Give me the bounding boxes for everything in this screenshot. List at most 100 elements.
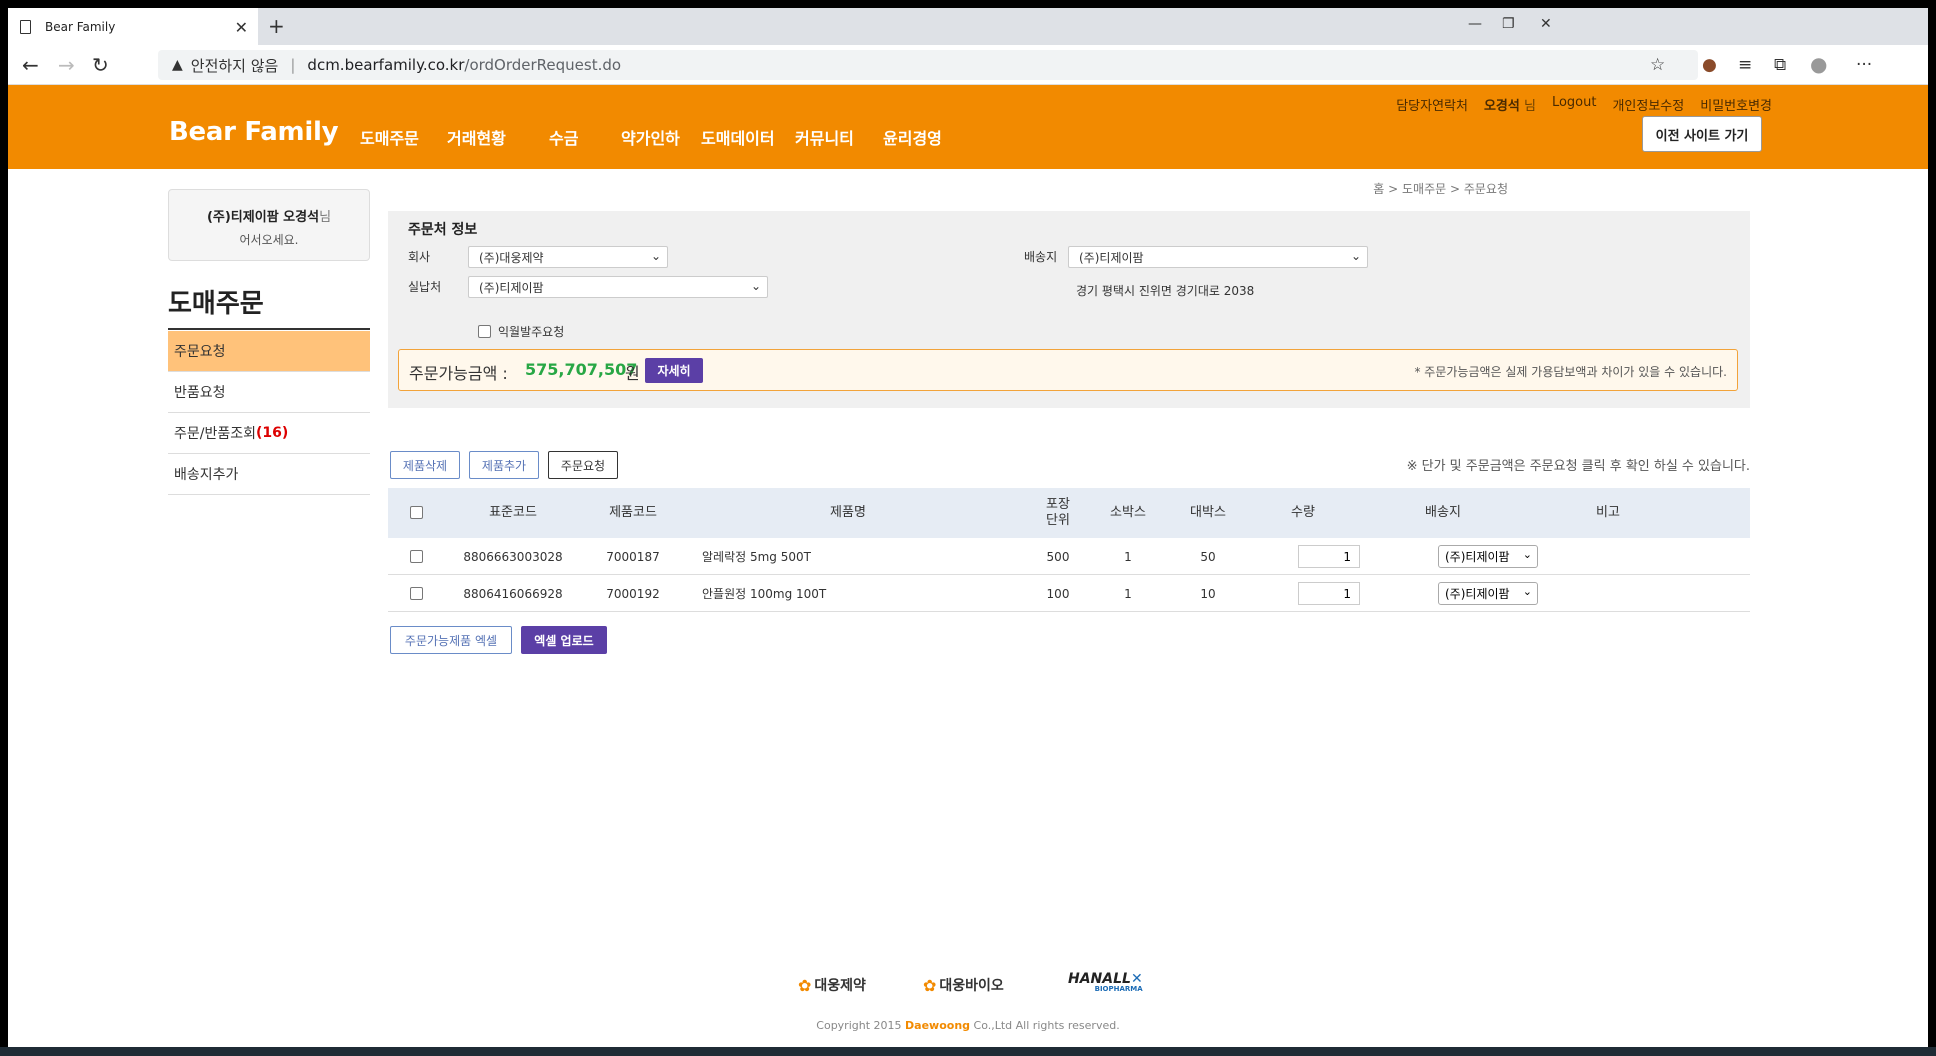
restore-icon[interactable]: ❐ bbox=[1502, 16, 1515, 32]
cell-prod-code: 7000187 bbox=[606, 549, 660, 564]
url-host: dcm.bearfamily.co.kr bbox=[307, 56, 465, 74]
payer-select-value: (주)티제이팜 bbox=[479, 280, 544, 295]
amount-label: 주문가능금액 : bbox=[409, 364, 508, 383]
chevron-down-icon: ⌄ bbox=[1522, 585, 1532, 598]
change-password-link[interactable]: 비밀번호변경 bbox=[1700, 95, 1772, 114]
sidebar-item-order-lookup[interactable]: 주문/반품조회 (16) bbox=[168, 413, 370, 454]
row-checkbox[interactable] bbox=[410, 587, 423, 600]
product-table-header: 표준코드 제품코드 제품명 포장 단위 소박스 대박스 수량 배송지 비고 bbox=[388, 488, 1750, 538]
contact-link[interactable]: 담당자연락처 bbox=[1396, 95, 1468, 114]
nav-wholesale-order[interactable]: 도매주문 bbox=[360, 125, 447, 149]
next-month-label: 익월발주요청 bbox=[498, 325, 565, 339]
row-checkbox[interactable] bbox=[410, 550, 423, 563]
excel-upload-button[interactable]: 엑셀 업로드 bbox=[521, 626, 607, 654]
security-warning: 안전하지 않음 bbox=[190, 56, 279, 75]
copyright: Copyright 2015 Daewoong Co.,Ltd All righ… bbox=[8, 1019, 1928, 1032]
tab-title: Bear Family bbox=[45, 19, 116, 34]
more-icon[interactable]: ··· bbox=[1856, 55, 1872, 75]
window-close-icon[interactable]: ✕ bbox=[1540, 16, 1552, 32]
cell-small-box: 1 bbox=[1124, 586, 1132, 601]
forward-icon[interactable]: → bbox=[58, 53, 75, 77]
amount-unit: 원 bbox=[625, 364, 640, 383]
sidebar-item-count: (16) bbox=[256, 425, 289, 441]
sidebar-item-order-request[interactable]: 주문요청 bbox=[168, 331, 370, 372]
next-month-checkbox[interactable] bbox=[478, 325, 491, 338]
main-nav: 도매주문 거래현황 수금 약가인하 도매데이터 커뮤니티 윤리경영 bbox=[360, 125, 942, 149]
add-product-button[interactable]: 제품추가 bbox=[469, 451, 539, 479]
table-row: 8806663003028 7000187 알레락정 5mg 500T 500 … bbox=[388, 538, 1750, 575]
cell-pack-unit: 500 bbox=[1046, 549, 1070, 564]
delivery-select-value: (주)티제이팜 bbox=[1079, 250, 1144, 265]
row-delivery-select[interactable]: (주)티제이팜 ⌄ bbox=[1438, 582, 1538, 605]
chevron-down-icon: ⌄ bbox=[650, 249, 661, 263]
daewoong-pharm-logo: ✿ 대웅제약 bbox=[798, 975, 866, 995]
amount-note: * 주문가능금액은 실제 가용담보액과 차이가 있을 수 있습니다. bbox=[1414, 365, 1727, 379]
user-greeting: 오경석 님 bbox=[1484, 95, 1536, 114]
th-std-code: 표준코드 bbox=[489, 505, 537, 520]
warning-icon: ▲ bbox=[172, 57, 183, 73]
back-icon[interactable]: ← bbox=[22, 53, 39, 77]
profile-avatar-icon[interactable]: ● bbox=[1810, 52, 1827, 76]
browser-tab[interactable]: Bear Family ✕ bbox=[8, 8, 258, 45]
order-request-button[interactable]: 주문요청 bbox=[548, 451, 618, 479]
nav-wholesale-data[interactable]: 도매데이터 bbox=[701, 125, 795, 149]
os-taskbar bbox=[0, 1047, 1936, 1056]
copyright-brand: Daewoong bbox=[905, 1019, 971, 1032]
quantity-input[interactable]: 1 bbox=[1298, 545, 1360, 568]
sidebar-item-label: 반품요청 bbox=[174, 385, 226, 401]
minimize-icon[interactable]: — bbox=[1468, 16, 1482, 32]
cell-small-box: 1 bbox=[1124, 549, 1132, 564]
tab-close-icon[interactable]: ✕ bbox=[235, 18, 248, 37]
extension-icon[interactable]: ● bbox=[1702, 55, 1717, 75]
nav-collection[interactable]: 수금 bbox=[549, 125, 621, 149]
daewoong-mark-icon: ✿ bbox=[923, 975, 937, 995]
th-pack-unit: 포장 단위 bbox=[1046, 497, 1070, 528]
row-delivery-value: (주)티제이팜 bbox=[1445, 587, 1510, 601]
delivery-select[interactable]: (주)티제이팜 ⌄ bbox=[1068, 246, 1368, 268]
reload-icon[interactable]: ↻ bbox=[92, 53, 109, 77]
nav-ethics[interactable]: 윤리경영 bbox=[883, 125, 942, 149]
url-field[interactable]: ▲ 안전하지 않음 | dcm.bearfamily.co.kr /ordOrd… bbox=[158, 50, 1698, 80]
th-qty: 수량 bbox=[1291, 505, 1315, 520]
row-delivery-select[interactable]: (주)티제이팜 ⌄ bbox=[1438, 545, 1538, 568]
nav-transactions[interactable]: 거래현황 bbox=[447, 125, 549, 149]
cell-pack-unit: 100 bbox=[1046, 586, 1070, 601]
welcome-company: (주)티제이팜 오경석 bbox=[206, 210, 320, 225]
detail-button[interactable]: 자세히 bbox=[645, 358, 703, 383]
cell-std-code: 8806416066928 bbox=[463, 586, 563, 601]
favorite-star-icon[interactable]: ☆ bbox=[1650, 55, 1665, 75]
company-select[interactable]: (주)대웅제약 ⌄ bbox=[468, 246, 668, 268]
edit-info-link[interactable]: 개인정보수정 bbox=[1612, 95, 1684, 114]
select-all-checkbox[interactable] bbox=[410, 506, 423, 519]
collections-icon[interactable]: ⧉ bbox=[1774, 55, 1786, 75]
nav-price-reduction[interactable]: 약가인하 bbox=[621, 125, 701, 149]
daewoong-mark-icon: ✿ bbox=[798, 975, 812, 995]
cell-prod-name: 안플원정 100mg 100T bbox=[702, 587, 827, 601]
daewoong-bio-logo: ✿ 대웅바이오 bbox=[923, 975, 1004, 995]
sidebar-item-return-request[interactable]: 반품요청 bbox=[168, 372, 370, 413]
th-prod-code: 제품코드 bbox=[609, 505, 657, 520]
nav-community[interactable]: 커뮤니티 bbox=[795, 125, 883, 149]
site-logo[interactable]: Bear Family bbox=[169, 117, 339, 147]
tab-bar: Bear Family ✕ + — ❐ ✕ bbox=[8, 8, 1928, 45]
amount-value: 575,707,507 bbox=[525, 360, 638, 379]
footer-logo2: 대웅바이오 bbox=[939, 978, 1004, 994]
top-links: 담당자연락처 오경석 님 Logout 개인정보수정 비밀번호변경 bbox=[1396, 95, 1772, 114]
favorites-icon[interactable]: ≡ bbox=[1738, 55, 1752, 75]
quantity-input[interactable]: 1 bbox=[1298, 582, 1360, 605]
new-tab-icon[interactable]: + bbox=[268, 14, 285, 38]
welcome-greeting: 어서오세요. bbox=[239, 233, 299, 247]
browser-window: Bear Family ✕ + — ❐ ✕ ← → ↻ ▲ 안전하지 않음 | … bbox=[0, 0, 1936, 1056]
th-large-box: 대박스 bbox=[1190, 505, 1226, 520]
welcome-box: (주)티제이팜 오경석님 어서오세요. bbox=[168, 189, 370, 261]
sidebar-item-add-delivery[interactable]: 배송지추가 bbox=[168, 454, 370, 495]
sidebar-item-label: 주문요청 bbox=[174, 344, 226, 360]
url-separator: | bbox=[290, 56, 296, 74]
delete-product-button[interactable]: 제품삭제 bbox=[390, 451, 460, 479]
site-header: 담당자연락처 오경석 님 Logout 개인정보수정 비밀번호변경 Bear F… bbox=[8, 85, 1928, 169]
logout-link[interactable]: Logout bbox=[1552, 95, 1597, 114]
old-site-button[interactable]: 이전 사이트 가기 bbox=[1642, 116, 1762, 152]
payer-select[interactable]: (주)티제이팜 ⌄ bbox=[468, 276, 768, 298]
excel-download-button[interactable]: 주문가능제품 엑셀 bbox=[390, 626, 512, 654]
delivery-label: 배송지 bbox=[1024, 250, 1058, 264]
